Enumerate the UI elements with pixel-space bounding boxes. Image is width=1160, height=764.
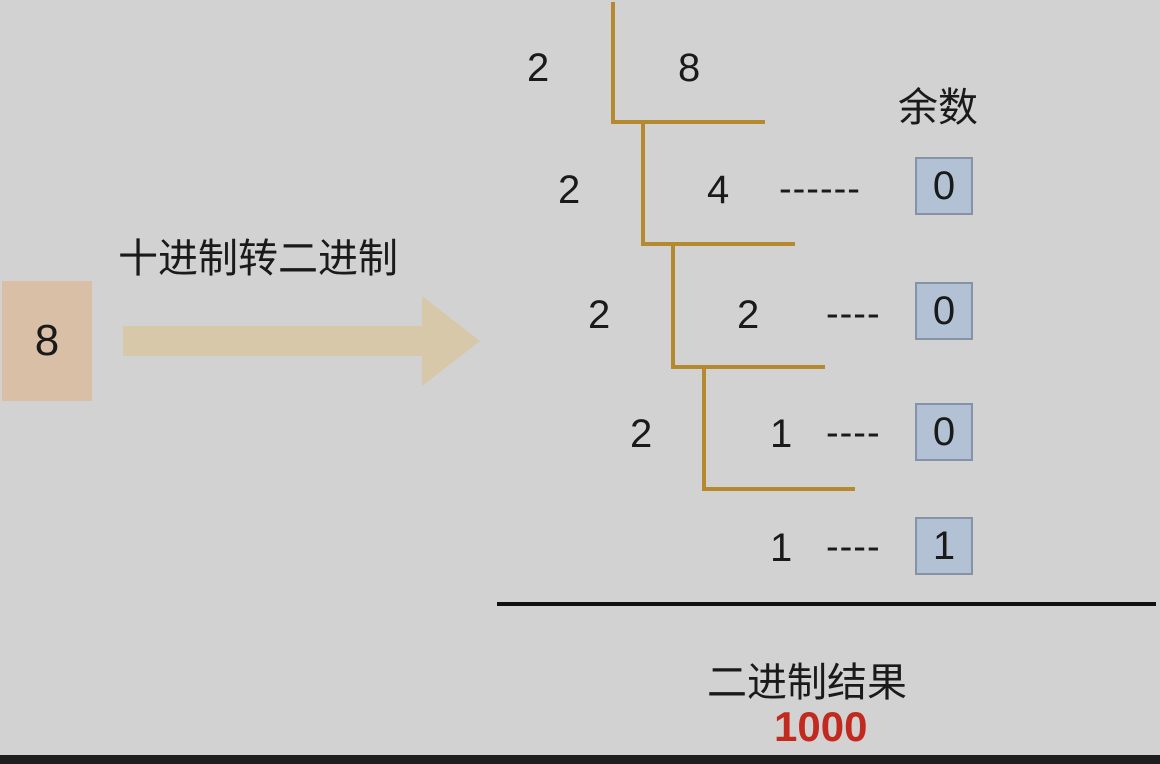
divisor: 2 — [558, 168, 581, 212]
remainder-box: 0 — [915, 403, 973, 461]
remainder-value: 0 — [932, 409, 956, 454]
divisor: 2 — [588, 293, 611, 337]
division-bracket-lines — [497, 2, 1156, 606]
dividend: 2 — [737, 293, 760, 337]
decimal-to-binary-diagram: 8 十进制转二进制 2 8 余数 2 4 ------ 0 2 2 ---- 0… — [0, 0, 1160, 764]
remainder-value: 0 — [932, 163, 956, 208]
dividend: 1 — [770, 526, 793, 570]
remainder-value: 1 — [932, 523, 956, 568]
bottom-bar — [0, 755, 1160, 764]
remainder-value: 0 — [932, 288, 956, 333]
remainder-box: 0 — [915, 282, 973, 340]
divisor: 2 — [527, 46, 550, 90]
remainder-dashes: ---- — [826, 526, 881, 568]
dividend: 4 — [707, 168, 730, 212]
dividend: 1 — [770, 412, 793, 456]
remainder-dashes: ---- — [826, 293, 881, 335]
remainder-dashes: ------ — [779, 168, 861, 210]
remainder-header: 余数 — [898, 86, 978, 130]
remainder-box: 1 — [915, 517, 973, 575]
dividend: 8 — [678, 46, 701, 90]
divisor: 2 — [630, 412, 653, 456]
remainder-dashes: ---- — [826, 412, 881, 454]
binary-result-label: 二进制结果 — [707, 661, 907, 705]
binary-result-value: 1000 — [774, 703, 868, 750]
remainder-box: 0 — [915, 157, 973, 215]
